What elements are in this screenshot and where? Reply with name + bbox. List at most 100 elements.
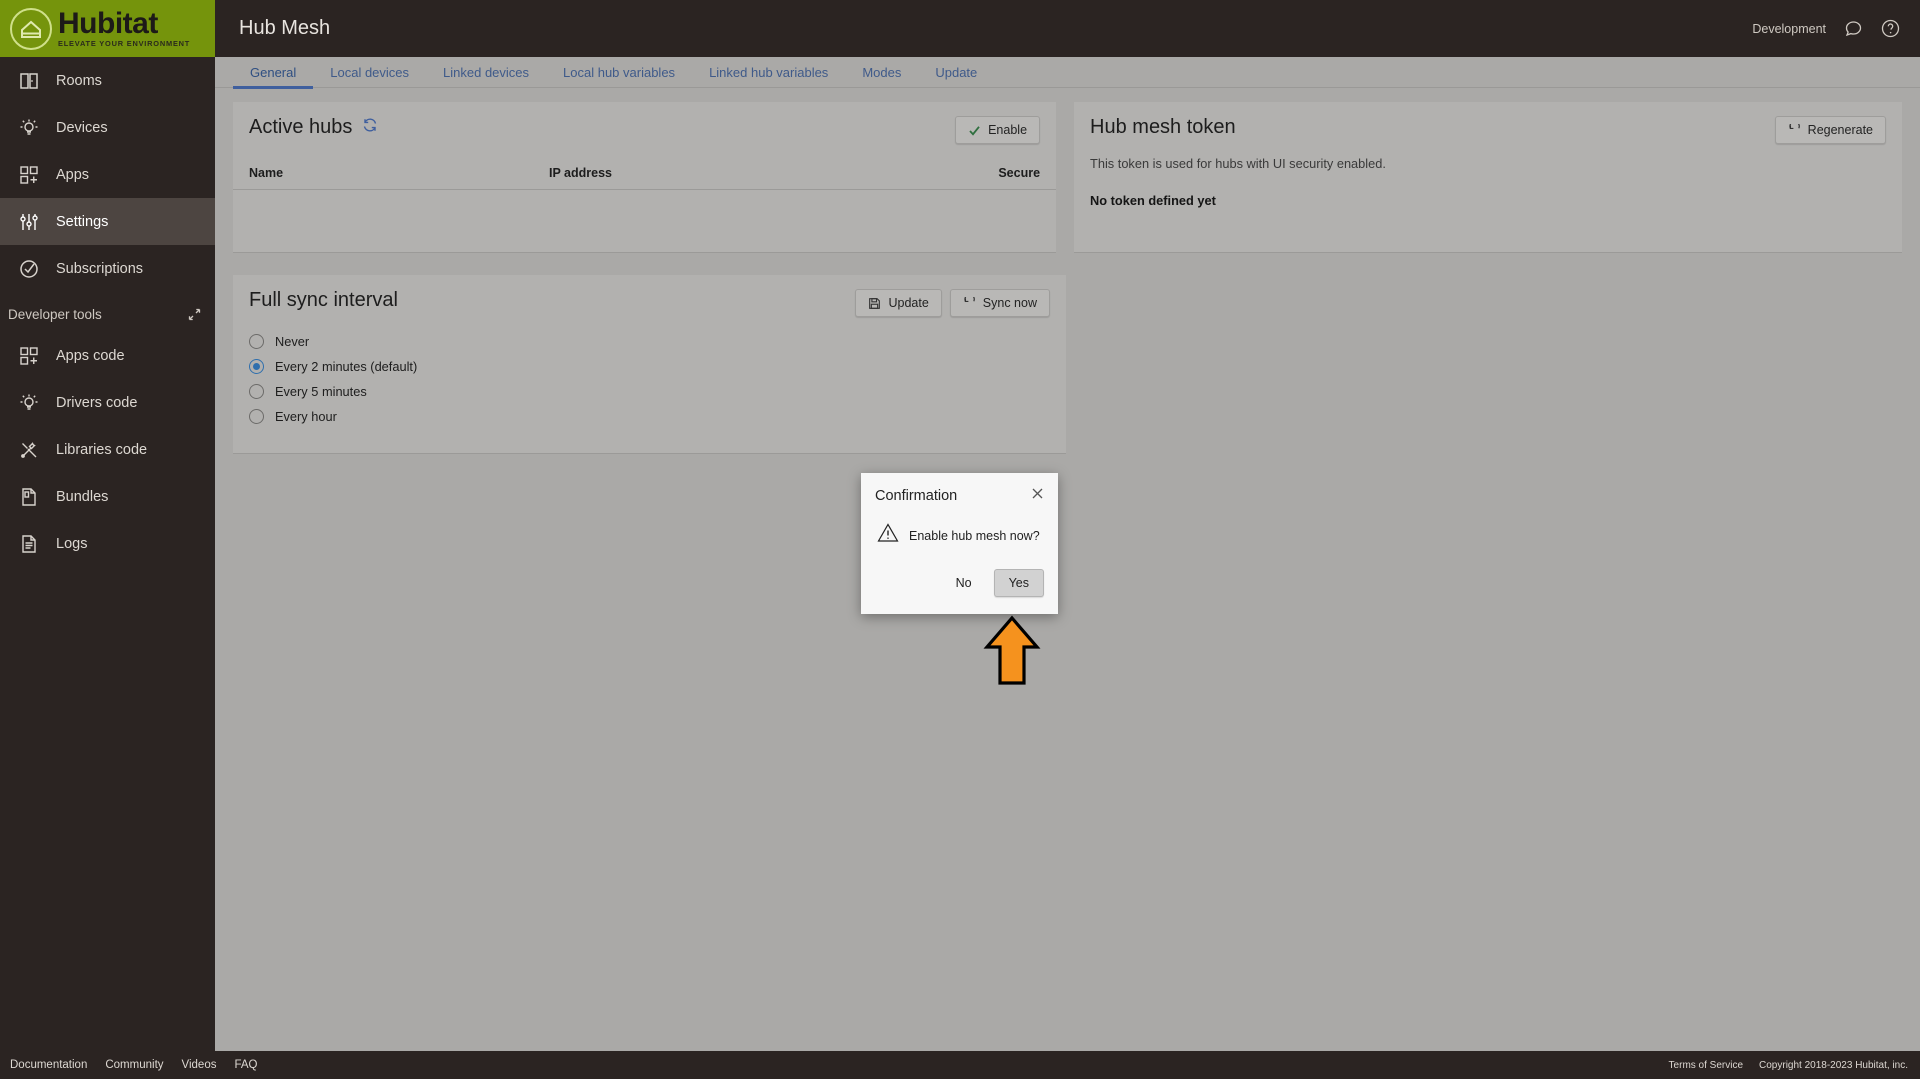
regenerate-button[interactable]: Regenerate bbox=[1774, 116, 1886, 144]
chat-bubble-icon[interactable] bbox=[1844, 19, 1863, 38]
tab-linked-devices[interactable]: Linked devices bbox=[426, 57, 546, 88]
footer-link-faq[interactable]: FAQ bbox=[234, 1059, 257, 1071]
check-circle-icon bbox=[14, 259, 44, 279]
radio-option-every-2-minutes[interactable]: Every 2 minutes (default) bbox=[233, 354, 1066, 379]
enable-button-label: Enable bbox=[988, 123, 1028, 137]
tab-local-hub-variables[interactable]: Local hub variables bbox=[546, 57, 692, 88]
devices-bulb-icon bbox=[14, 118, 44, 138]
rooms-icon bbox=[14, 71, 44, 91]
collapse-arrows-icon[interactable] bbox=[188, 308, 201, 324]
radio-circle-icon bbox=[249, 334, 264, 349]
radio-label: Never bbox=[275, 334, 310, 349]
brand-name: Hubitat bbox=[58, 7, 158, 41]
dialog-footer: No Yes bbox=[861, 549, 1058, 597]
tab-modes[interactable]: Modes bbox=[845, 57, 918, 88]
footer-link-documentation[interactable]: Documentation bbox=[10, 1059, 87, 1071]
sidebar-nav-primary: Rooms Devices Apps Settings Subscription… bbox=[0, 57, 215, 292]
full-sync-title: Full sync interval bbox=[249, 289, 398, 311]
apps-grid-icon bbox=[14, 165, 44, 185]
sidebar-item-label: Apps bbox=[56, 166, 90, 183]
tab-linked-hub-variables[interactable]: Linked hub variables bbox=[692, 57, 845, 88]
sidebar-item-devices[interactable]: Devices bbox=[0, 104, 215, 151]
help-circle-icon[interactable] bbox=[1881, 19, 1900, 38]
refresh-icon[interactable] bbox=[362, 116, 378, 139]
settings-sliders-icon bbox=[14, 212, 44, 232]
bundle-file-icon bbox=[14, 487, 44, 507]
hub-mesh-token-description: This token is used for hubs with UI secu… bbox=[1090, 156, 1386, 171]
active-hubs-header: Active hubs Enable bbox=[233, 102, 1056, 150]
sidebar-item-label: Devices bbox=[56, 119, 108, 136]
footer-terms-of-service[interactable]: Terms of Service bbox=[1669, 1060, 1743, 1071]
sidebar-item-apps[interactable]: Apps bbox=[0, 151, 215, 198]
tab-update[interactable]: Update bbox=[918, 57, 994, 88]
main-content: General Local devices Linked devices Loc… bbox=[215, 57, 1920, 1051]
tab-local-devices[interactable]: Local devices bbox=[313, 57, 426, 88]
top-bar: Hub Mesh Development bbox=[215, 0, 1920, 57]
footer-link-community[interactable]: Community bbox=[105, 1059, 163, 1071]
sidebar-item-libraries-code[interactable]: Libraries code bbox=[0, 426, 215, 473]
radio-circle-selected-icon bbox=[249, 359, 264, 374]
check-icon bbox=[968, 124, 981, 137]
sidebar-item-label: Subscriptions bbox=[56, 260, 144, 277]
close-icon[interactable] bbox=[1031, 487, 1044, 504]
sidebar-item-label: Rooms bbox=[56, 72, 102, 89]
dialog-body: Enable hub mesh now? bbox=[861, 504, 1058, 549]
full-sync-actions: Update Sync now bbox=[855, 289, 1050, 317]
refresh-icon bbox=[963, 296, 976, 310]
hub-mesh-token-panel: Hub mesh token Regenerate This token is … bbox=[1074, 102, 1902, 253]
sidebar-item-logs[interactable]: Logs bbox=[0, 520, 215, 567]
radio-circle-icon bbox=[249, 384, 264, 399]
column-header-ip-address: IP address bbox=[549, 166, 613, 180]
radio-option-never[interactable]: Never bbox=[233, 329, 1066, 354]
sidebar-item-label: Settings bbox=[56, 213, 109, 230]
top-bar-actions: Development bbox=[1752, 19, 1920, 38]
active-hubs-title: Active hubs bbox=[249, 116, 353, 138]
footer: Documentation Community Videos FAQ Terms… bbox=[0, 1051, 1920, 1079]
brand-tagline: ELEVATE YOUR ENVIRONMENT bbox=[58, 39, 191, 49]
apps-grid-icon bbox=[14, 346, 44, 366]
full-sync-header: Full sync interval Update Sync now bbox=[233, 275, 1066, 323]
environment-label: Development bbox=[1752, 21, 1826, 36]
footer-copyright: Copyright 2018-2023 Hubitat, inc. bbox=[1759, 1059, 1908, 1071]
sidebar-item-bundles[interactable]: Bundles bbox=[0, 473, 215, 520]
save-disk-icon bbox=[868, 297, 881, 310]
update-button[interactable]: Update bbox=[855, 289, 942, 317]
sync-now-button[interactable]: Sync now bbox=[949, 289, 1050, 317]
confirmation-dialog: Confirmation Enable hub mesh now? No Yes bbox=[861, 473, 1058, 614]
update-button-label: Update bbox=[888, 296, 929, 310]
radio-option-every-5-minutes[interactable]: Every 5 minutes bbox=[233, 379, 1066, 404]
tab-general[interactable]: General bbox=[233, 57, 314, 89]
radio-label: Every 2 minutes (default) bbox=[275, 359, 418, 374]
sidebar-item-settings[interactable]: Settings bbox=[0, 198, 215, 245]
sidebar-section-developer-tools: Developer tools bbox=[0, 292, 215, 332]
sidebar-item-apps-code[interactable]: Apps code bbox=[0, 332, 215, 379]
brand-logo[interactable]: Hubitat ELEVATE YOUR ENVIRONMENT bbox=[0, 0, 215, 57]
column-header-secure: Secure bbox=[998, 166, 1041, 180]
sidebar-nav-developer: Apps code Drivers code Libraries code Bu… bbox=[0, 332, 215, 567]
no-button[interactable]: No bbox=[942, 570, 986, 596]
sidebar-item-label: Logs bbox=[56, 535, 88, 552]
footer-link-videos[interactable]: Videos bbox=[182, 1059, 217, 1071]
sidebar-item-drivers-code[interactable]: Drivers code bbox=[0, 379, 215, 426]
column-header-name: Name bbox=[249, 166, 284, 180]
up-arrow-annotation bbox=[983, 615, 1041, 692]
dialog-title: Confirmation bbox=[875, 487, 958, 504]
radio-circle-icon bbox=[249, 409, 264, 424]
footer-links: Documentation Community Videos FAQ bbox=[0, 1059, 258, 1071]
sidebar-item-label: Drivers code bbox=[56, 394, 138, 411]
tools-icon bbox=[14, 440, 44, 460]
sidebar: Hubitat ELEVATE YOUR ENVIRONMENT Rooms D… bbox=[0, 0, 215, 1079]
active-hubs-empty-body bbox=[233, 190, 1056, 224]
sidebar-item-rooms[interactable]: Rooms bbox=[0, 57, 215, 104]
dialog-message: Enable hub mesh now? bbox=[909, 528, 1040, 543]
hub-mesh-token-actions: Regenerate bbox=[1774, 116, 1886, 144]
yes-button[interactable]: Yes bbox=[993, 569, 1044, 597]
refresh-icon bbox=[1788, 123, 1801, 137]
radio-option-every-hour[interactable]: Every hour bbox=[233, 404, 1066, 429]
devices-bulb-icon bbox=[14, 393, 44, 413]
sidebar-item-subscriptions[interactable]: Subscriptions bbox=[0, 245, 215, 292]
hub-mesh-token-title: Hub mesh token bbox=[1090, 116, 1236, 138]
radio-label: Every hour bbox=[275, 409, 337, 424]
enable-button[interactable]: Enable bbox=[955, 116, 1041, 144]
sidebar-item-label: Apps code bbox=[56, 347, 125, 364]
